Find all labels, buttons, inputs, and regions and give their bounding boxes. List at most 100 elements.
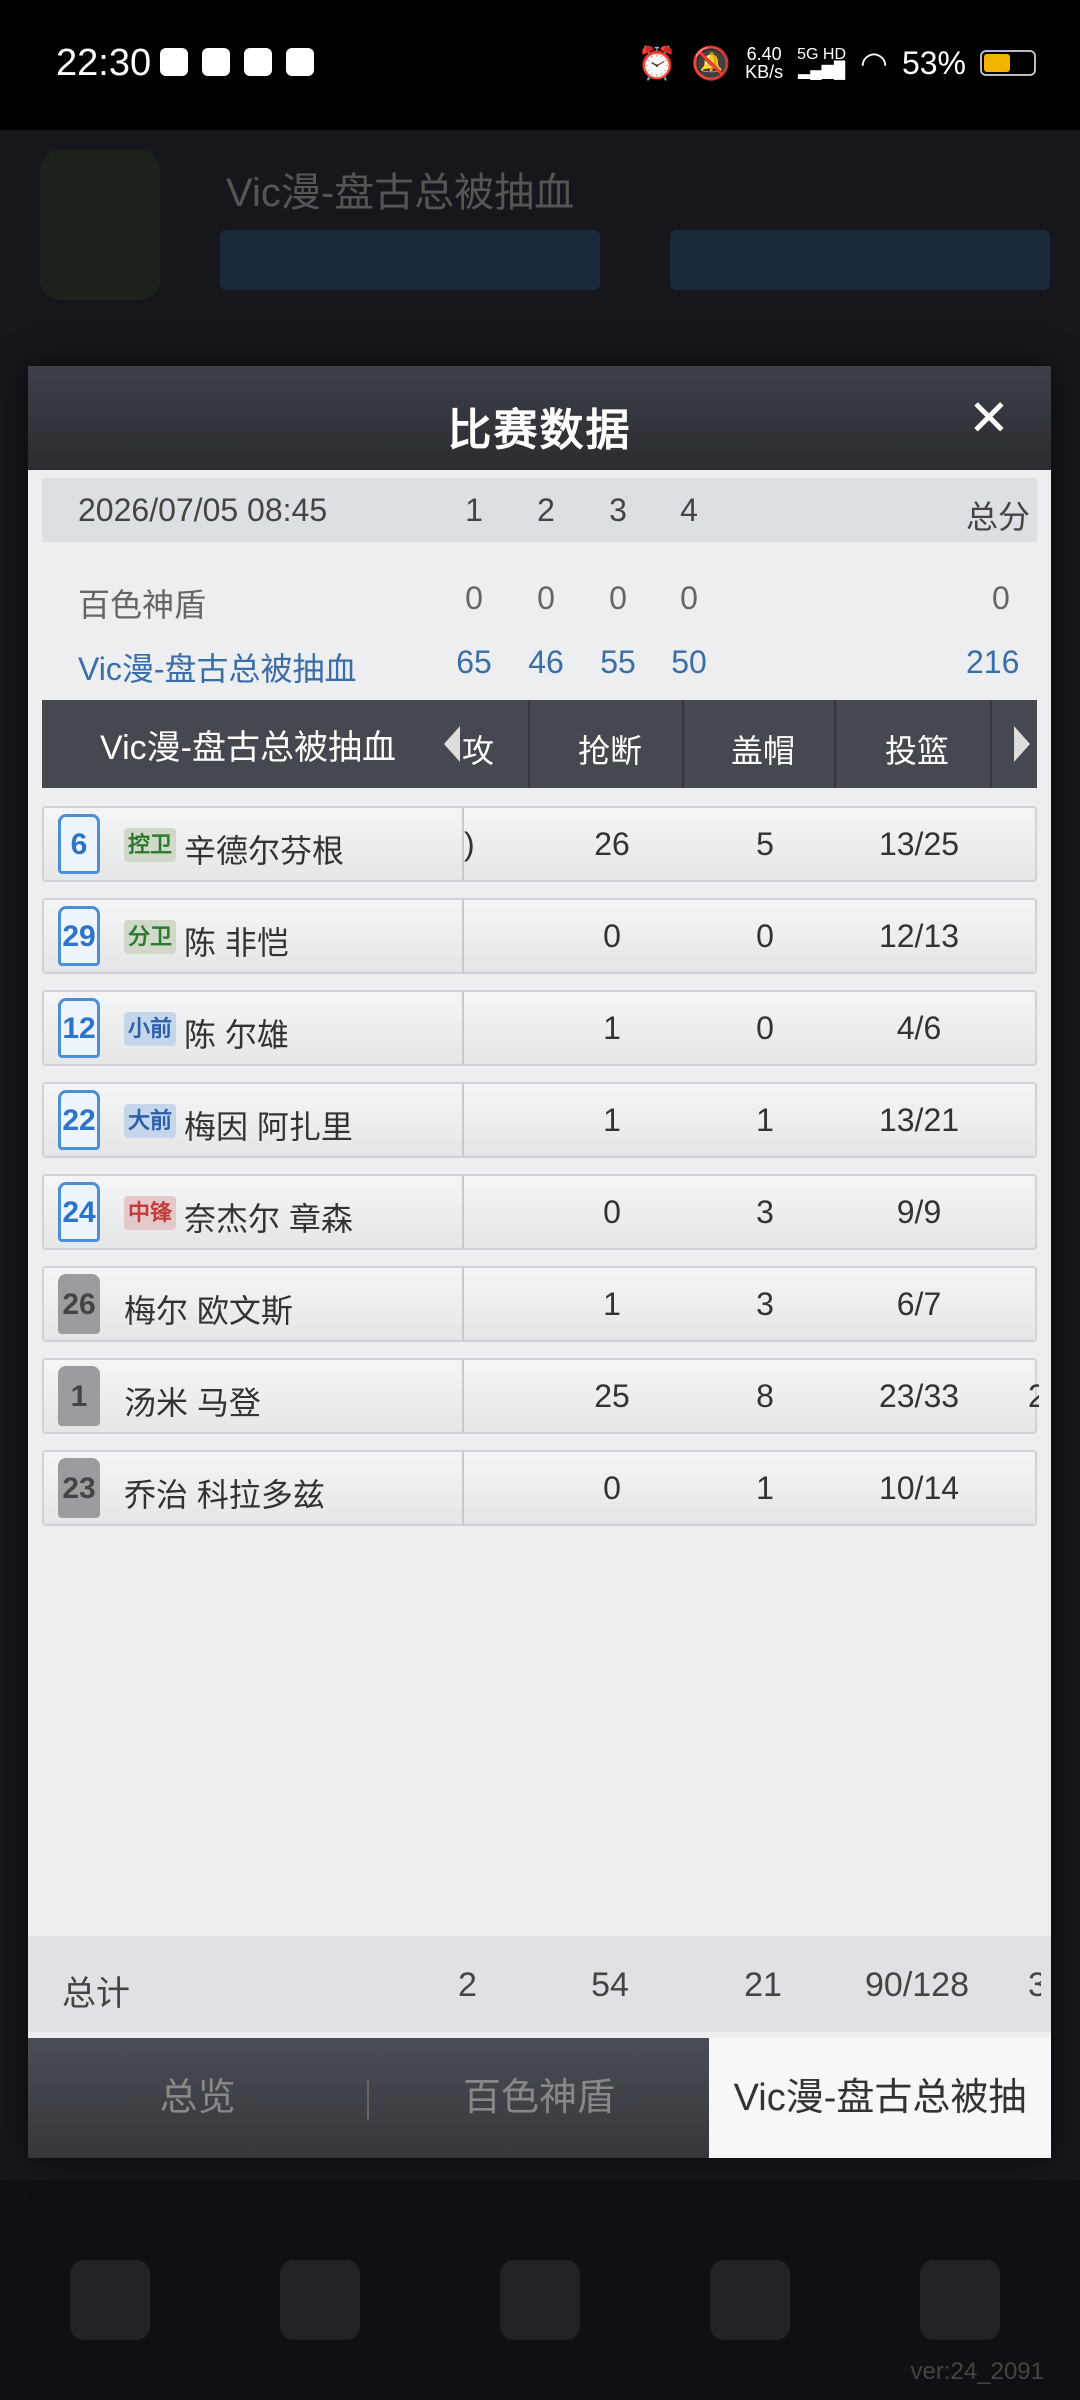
nav-icon xyxy=(280,2260,360,2340)
notification-icon xyxy=(202,48,230,76)
nav-icon xyxy=(710,2260,790,2340)
total-label: 总分 xyxy=(966,499,1031,535)
team-name: Vic漫-盘古总被抽血 xyxy=(78,651,357,687)
player-name: 汤米 马登 xyxy=(124,1385,261,1421)
stat-shots: 4/6 xyxy=(896,1010,942,1046)
stat-blocks: 3 xyxy=(756,1194,774,1230)
quarter-label: 4 xyxy=(680,492,698,528)
jersey-icon: 1 xyxy=(58,1366,100,1426)
totals-partial: 2 xyxy=(458,1966,477,2004)
player-row[interactable]: 23 乔治 科拉多兹 0 1 10/14 xyxy=(42,1450,1037,1526)
partial-stat: ) xyxy=(464,826,475,862)
jersey-icon: 23 xyxy=(58,1458,100,1518)
stat-blocks: 0 xyxy=(756,918,774,954)
match-stats-dialog: 比赛数据 ✕ 2026/07/05 08:45 1 2 3 4 总分 百色神盾 … xyxy=(28,366,1051,2158)
totals-blocks: 21 xyxy=(744,1966,782,2004)
stat-shots: 13/21 xyxy=(878,1102,960,1138)
player-name: 陈 非恺 xyxy=(184,925,289,961)
stat-shots: 13/25 xyxy=(878,826,960,862)
column-header-steals[interactable]: 抢断 xyxy=(535,726,685,772)
position-badge: 大前 xyxy=(124,1104,177,1138)
quarter-score: 0 xyxy=(537,580,555,616)
status-time: 22:30 xyxy=(56,42,152,84)
jersey-icon: 6 xyxy=(58,814,100,874)
team-score-row: Vic漫-盘古总被抽血 65 46 55 50 216 xyxy=(42,630,1037,690)
nav-icon xyxy=(500,2260,580,2340)
background-title: Vic漫-盘古总被抽血 xyxy=(226,171,575,215)
totals-steals: 54 xyxy=(591,1966,629,2004)
stat-steals: 25 xyxy=(594,1378,630,1414)
alarm-icon: ⏰ xyxy=(637,45,678,81)
player-row[interactable]: 6 控卫 辛德尔芬根 ) 26 5 13/25 xyxy=(42,806,1037,882)
tab-team-home[interactable]: 百色神盾 xyxy=(369,2038,709,2158)
stat-blocks: 8 xyxy=(756,1378,774,1414)
currency-pill xyxy=(220,230,600,290)
notification-icon xyxy=(286,48,314,76)
player-row[interactable]: 24 中锋 奈杰尔 章森 0 3 9/9 xyxy=(42,1174,1037,1250)
jersey-icon: 26 xyxy=(58,1274,100,1334)
nav-icon xyxy=(70,2260,150,2340)
stat-shots: 9/9 xyxy=(896,1194,942,1230)
stat-blocks: 5 xyxy=(756,826,774,862)
stat-steals: 0 xyxy=(603,1194,621,1230)
battery-percent: 53% xyxy=(901,44,966,81)
notification-icon xyxy=(160,48,188,76)
stat-blocks: 0 xyxy=(756,1010,774,1046)
quarter-score: 0 xyxy=(465,580,483,616)
jersey-icon: 12 xyxy=(58,998,100,1058)
nav-icon xyxy=(920,2260,1000,2340)
player-row[interactable]: 29 分卫 陈 非恺 0 0 12/13 xyxy=(42,898,1037,974)
player-name: 陈 尔雄 xyxy=(184,1017,289,1053)
totals-label: 总计 xyxy=(62,1975,130,2013)
totals-row: 总计 2 54 21 90/128 3 xyxy=(28,1936,1051,2032)
stat-shots: 23/33 xyxy=(878,1378,960,1414)
column-header-blocks[interactable]: 盖帽 xyxy=(688,726,838,772)
gem-pill xyxy=(670,230,1050,290)
signal-icon: 5G HD ▂▄▆█ xyxy=(797,46,847,79)
tab-overview[interactable]: 总览 xyxy=(28,2038,367,2158)
dialog-title: 比赛数据 xyxy=(447,406,632,455)
quarter-label: 1 xyxy=(465,492,483,528)
table-team-name: Vic漫-盘古总被抽血 xyxy=(100,729,396,767)
partial-column-header: 攻 xyxy=(462,733,495,769)
quarter-score: 50 xyxy=(671,644,707,680)
player-row[interactable]: 12 小前 陈 尔雄 1 0 4/6 xyxy=(42,990,1037,1066)
position-badge: 小前 xyxy=(124,1012,177,1046)
dialog-header: 比赛数据 ✕ xyxy=(28,366,1051,470)
player-name: 乔治 科拉多兹 xyxy=(124,1477,325,1513)
signal-label: 5G HD xyxy=(797,46,847,63)
quarter-score: 0 xyxy=(609,580,627,616)
quarter-score: 0 xyxy=(680,580,698,616)
partial-stat-right: 2 xyxy=(1028,1378,1039,1414)
stat-shots: 6/7 xyxy=(896,1286,942,1322)
team-name: 百色神盾 xyxy=(78,587,207,623)
quarter-score: 65 xyxy=(456,644,492,680)
wifi-icon: ◠ xyxy=(860,45,888,81)
position-badge: 中锋 xyxy=(124,1196,177,1230)
player-name: 梅因 阿扎里 xyxy=(184,1109,353,1145)
scroll-right-icon[interactable] xyxy=(1014,726,1030,762)
version-label: ver:24_2091 xyxy=(910,2358,1044,2385)
player-name: 辛德尔芬根 xyxy=(184,833,345,869)
stat-steals: 0 xyxy=(603,1470,621,1506)
team-total: 216 xyxy=(966,644,1020,680)
stat-steals: 26 xyxy=(594,826,630,862)
close-icon[interactable]: ✕ xyxy=(963,392,1015,444)
player-row[interactable]: 26 梅尔 欧文斯 1 3 6/7 xyxy=(42,1266,1037,1342)
stat-steals: 1 xyxy=(603,1286,621,1322)
stat-blocks: 1 xyxy=(756,1102,774,1138)
tab-team-away[interactable]: Vic漫-盘古总被抽 xyxy=(709,2038,1051,2158)
quarter-label: 2 xyxy=(537,492,555,528)
player-row[interactable]: 22 大前 梅因 阿扎里 1 1 13/21 xyxy=(42,1082,1037,1158)
notification-icon xyxy=(244,48,272,76)
position-badge: 分卫 xyxy=(124,920,177,954)
column-header-shots[interactable]: 投篮 xyxy=(842,726,992,772)
team-score-row: 百色神盾 0 0 0 0 0 xyxy=(42,566,1037,626)
stat-blocks: 1 xyxy=(756,1470,774,1506)
scroll-left-icon[interactable] xyxy=(444,726,460,762)
score-header: 2026/07/05 08:45 1 2 3 4 总分 xyxy=(42,478,1037,542)
jersey-icon: 22 xyxy=(58,1090,100,1150)
match-date: 2026/07/05 08:45 xyxy=(78,492,328,528)
player-row[interactable]: 1 汤米 马登 25 8 23/33 2 xyxy=(42,1358,1039,1434)
stat-steals: 1 xyxy=(603,1102,621,1138)
